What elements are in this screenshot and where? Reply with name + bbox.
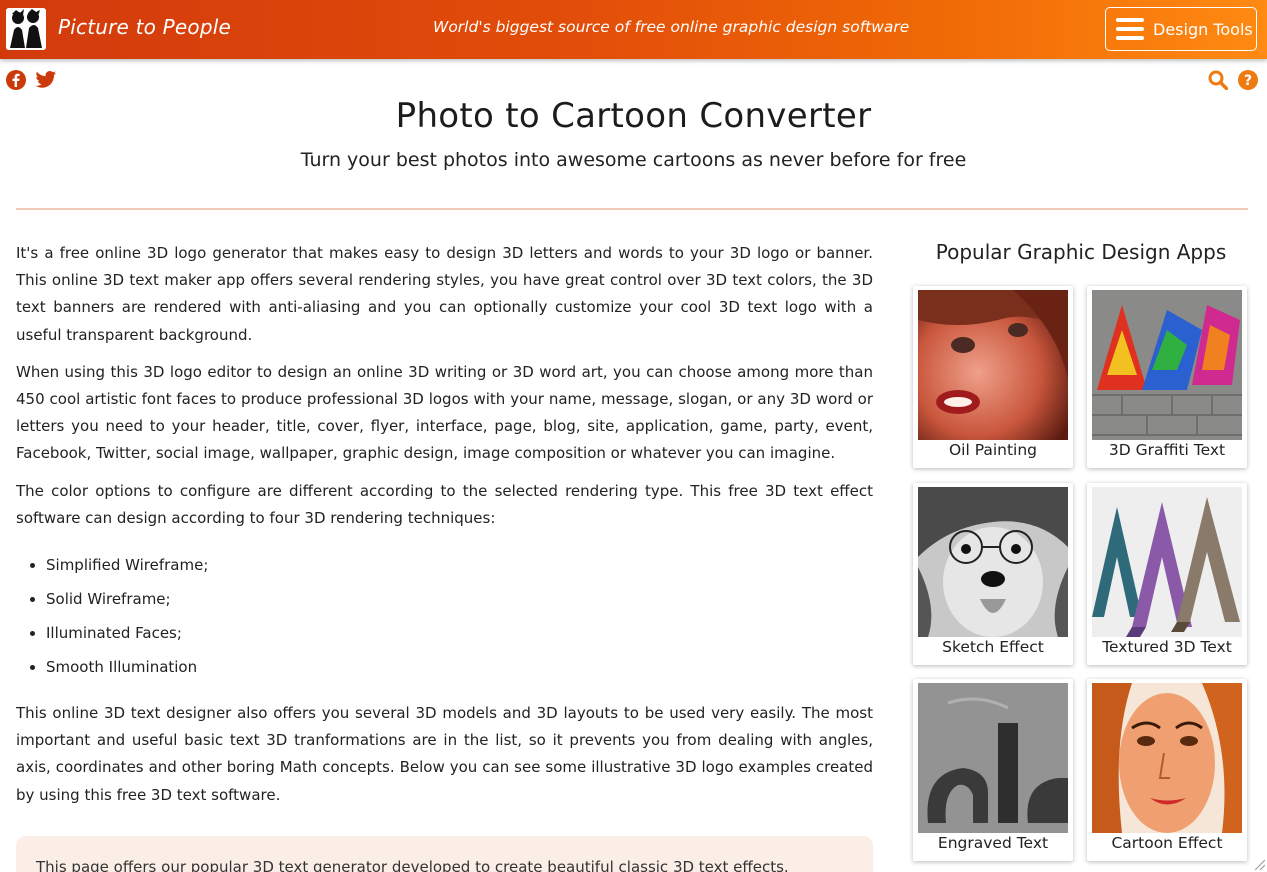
twitter-icon[interactable] (35, 70, 57, 90)
app-label: Engraved Text (937, 834, 1049, 852)
app-label: Oil Painting (948, 441, 1038, 459)
resize-grip-icon[interactable] (1253, 858, 1265, 870)
help-icon[interactable]: ? (1238, 70, 1258, 90)
app-card-textured-3d-text[interactable]: Textured 3D Text (1087, 483, 1247, 665)
search-icon[interactable] (1208, 70, 1229, 91)
info-notice: This page offers our popular 3D text gen… (16, 836, 873, 872)
app-card-sketch-effect[interactable]: Sketch Effect (913, 483, 1073, 665)
design-tools-label: Design Tools (1153, 19, 1253, 39)
app-thumbnail (1092, 290, 1242, 440)
app-thumbnail (1092, 683, 1242, 833)
list-item: Illuminated Faces; (46, 616, 873, 650)
facebook-icon[interactable] (6, 70, 26, 90)
svg-text:?: ? (1244, 73, 1252, 89)
site-tagline: World's biggest source of free online gr… (433, 18, 910, 36)
paragraph: It's a free online 3D logo generator tha… (16, 244, 873, 344)
app-label: 3D Graffiti Text (1108, 441, 1226, 459)
main-content: It's a free online 3D logo generator tha… (16, 240, 873, 819)
top-bar: Picture to People World's biggest source… (0, 0, 1267, 59)
site-logo[interactable] (6, 8, 46, 50)
section-divider (16, 208, 1248, 210)
list-item: Smooth Illumination (46, 650, 873, 684)
people-logo-icon (6, 8, 46, 50)
rendering-techniques-list: Simplified Wireframe; Solid Wireframe; I… (46, 548, 873, 684)
app-label: Cartoon Effect (1111, 834, 1223, 852)
app-card-3d-graffiti-text[interactable]: 3D Graffiti Text (1087, 286, 1247, 468)
app-thumbnail (918, 290, 1068, 440)
app-card-oil-painting[interactable]: Oil Painting (913, 286, 1073, 468)
paragraph: The color options to configure are diffe… (16, 481, 873, 527)
app-card-engraved-text[interactable]: Engraved Text (913, 679, 1073, 861)
site-brand[interactable]: Picture to People (58, 15, 231, 39)
page-subtitle: Turn your best photos into awesome carto… (300, 149, 967, 171)
page-title: Photo to Cartoon Converter (395, 96, 872, 136)
design-tools-button[interactable]: Design Tools (1105, 7, 1257, 51)
sidebar-title: Popular Graphic Design Apps (935, 240, 1227, 264)
app-thumbnail (1092, 487, 1242, 637)
list-item: Solid Wireframe; (46, 582, 873, 616)
app-thumbnail (918, 683, 1068, 833)
paragraph: This online 3D text designer also offers… (16, 704, 873, 804)
paragraph: When using this 3D logo editor to design… (16, 362, 873, 463)
app-label: Sketch Effect (942, 638, 1044, 656)
app-label: Textured 3D Text (1102, 638, 1232, 656)
app-thumbnail (918, 487, 1068, 637)
menu-icon (1116, 18, 1144, 40)
app-card-cartoon-effect[interactable]: Cartoon Effect (1087, 679, 1247, 861)
list-item: Simplified Wireframe; (46, 548, 873, 582)
